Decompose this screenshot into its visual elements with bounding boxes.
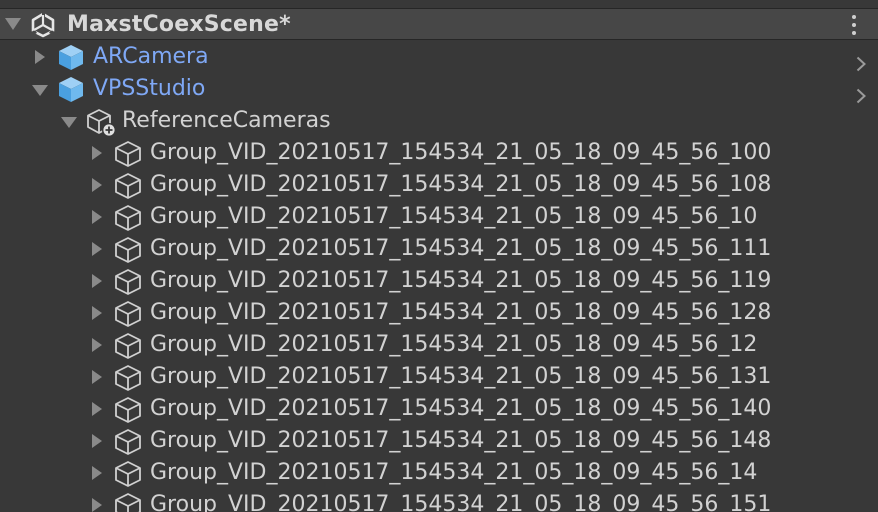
hierarchy-item-group[interactable]: Group_VID_20210517_154534_21_05_18_09_45… <box>0 297 878 329</box>
hierarchy-item-label: Group_VID_20210517_154534_21_05_18_09_45… <box>150 364 772 389</box>
gameobject-cube-icon <box>114 492 142 512</box>
hierarchy-item-label: ReferenceCameras <box>122 108 331 133</box>
gameobject-cube-icon <box>114 332 142 360</box>
collapsed-arrow-icon[interactable] <box>91 178 103 192</box>
gameobject-cube-icon <box>114 140 142 168</box>
hierarchy-item-label: Group_VID_20210517_154534_21_05_18_09_45… <box>150 332 758 357</box>
hierarchy-item-group[interactable]: Group_VID_20210517_154534_21_05_18_09_45… <box>0 137 878 169</box>
scene-name: MaxstCoexScene* <box>67 12 291 37</box>
hierarchy-item-label: Group_VID_20210517_154534_21_05_18_09_45… <box>150 428 772 453</box>
hierarchy-item-label: Group_VID_20210517_154534_21_05_18_09_45… <box>150 268 772 293</box>
hierarchy-item-group[interactable]: Group_VID_20210517_154534_21_05_18_09_45… <box>0 393 878 425</box>
expanded-arrow-icon[interactable] <box>61 116 77 128</box>
hierarchy-item-group[interactable]: Group_VID_20210517_154534_21_05_18_09_45… <box>0 233 878 265</box>
collapsed-arrow-icon[interactable] <box>91 306 103 320</box>
gameobject-cube-icon <box>114 172 142 200</box>
hierarchy-panel: MaxstCoexScene* ARCamera VPSStudio Refer… <box>0 0 878 512</box>
prefab-cube-icon <box>57 75 85 103</box>
scene-foldout-arrow-icon[interactable] <box>4 17 22 31</box>
gameobject-cube-icon <box>114 396 142 424</box>
hierarchy-item-label: Group_VID_20210517_154534_21_05_18_09_45… <box>150 300 772 325</box>
hierarchy-item-group[interactable]: Group_VID_20210517_154534_21_05_18_09_45… <box>0 265 878 297</box>
hierarchy-item-arcamera[interactable]: ARCamera <box>0 41 878 73</box>
expanded-arrow-icon[interactable] <box>32 84 48 96</box>
collapsed-arrow-icon[interactable] <box>91 434 103 448</box>
unity-scene-icon <box>30 12 56 38</box>
hierarchy-item-group[interactable]: Group_VID_20210517_154534_21_05_18_09_45… <box>0 457 878 489</box>
collapsed-arrow-icon[interactable] <box>91 370 103 384</box>
collapsed-arrow-icon[interactable] <box>91 146 103 160</box>
hierarchy-item-group[interactable]: Group_VID_20210517_154534_21_05_18_09_45… <box>0 425 878 457</box>
hierarchy-item-label: Group_VID_20210517_154534_21_05_18_09_45… <box>150 492 772 512</box>
collapsed-arrow-icon[interactable] <box>91 338 103 352</box>
hierarchy-item-group[interactable]: Group_VID_20210517_154534_21_05_18_09_45… <box>0 201 878 233</box>
scene-menu-button[interactable] <box>848 13 860 37</box>
hierarchy-item-label: ARCamera <box>93 44 209 69</box>
gameobject-cube-icon <box>114 364 142 392</box>
hierarchy-item-label: Group_VID_20210517_154534_21_05_18_09_45… <box>150 236 772 261</box>
gameobject-cube-icon <box>114 300 142 328</box>
collapsed-arrow-icon[interactable] <box>91 466 103 480</box>
gameobject-cube-icon <box>114 236 142 264</box>
collapsed-arrow-icon[interactable] <box>91 242 103 256</box>
hierarchy-item-label: Group_VID_20210517_154534_21_05_18_09_45… <box>150 460 758 485</box>
gameobject-cube-icon <box>114 460 142 488</box>
prefab-cube-icon <box>57 43 85 71</box>
collapsed-arrow-icon[interactable] <box>34 50 46 64</box>
hierarchy-item-label: Group_VID_20210517_154534_21_05_18_09_45… <box>150 396 772 421</box>
hierarchy-item-label: Group_VID_20210517_154534_21_05_18_09_45… <box>150 204 758 229</box>
hierarchy-item-group[interactable]: Group_VID_20210517_154534_21_05_18_09_45… <box>0 169 878 201</box>
hierarchy-item-group[interactable]: Group_VID_20210517_154534_21_05_18_09_45… <box>0 329 878 361</box>
gameobject-cube-icon <box>114 268 142 296</box>
gameobject-cube-icon <box>114 428 142 456</box>
collapsed-arrow-icon[interactable] <box>91 274 103 288</box>
hierarchy-item-label: Group_VID_20210517_154534_21_05_18_09_45… <box>150 140 772 165</box>
scene-row[interactable]: MaxstCoexScene* <box>0 8 878 40</box>
hierarchy-item-group[interactable]: Group_VID_20210517_154534_21_05_18_09_45… <box>0 489 878 512</box>
gameobject-added-icon <box>86 108 118 138</box>
hierarchy-item-vpsstudio[interactable]: VPSStudio <box>0 73 878 105</box>
hierarchy-item-label: VPSStudio <box>93 76 206 101</box>
collapsed-arrow-icon[interactable] <box>91 498 103 512</box>
gameobject-cube-icon <box>114 204 142 232</box>
hierarchy-item-label: Group_VID_20210517_154534_21_05_18_09_45… <box>150 172 772 197</box>
hierarchy-item-referencecameras[interactable]: ReferenceCameras <box>0 105 878 137</box>
hierarchy-item-group[interactable]: Group_VID_20210517_154534_21_05_18_09_45… <box>0 361 878 393</box>
collapsed-arrow-icon[interactable] <box>91 210 103 224</box>
collapsed-arrow-icon[interactable] <box>91 402 103 416</box>
